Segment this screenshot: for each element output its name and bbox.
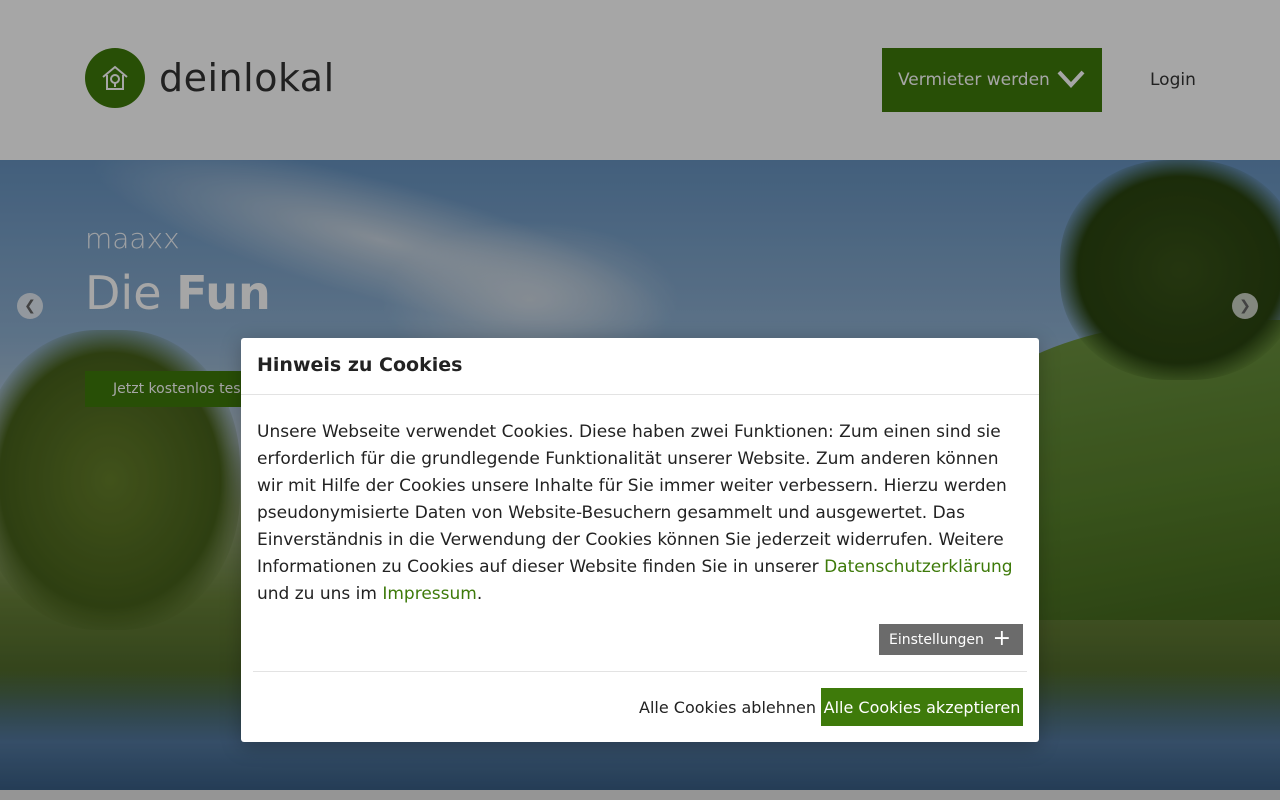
- plus-icon: +: [992, 626, 1011, 651]
- imprint-link[interactable]: Impressum: [382, 584, 477, 604]
- divider: [253, 671, 1027, 672]
- privacy-policy-link[interactable]: Datenschutzerklärung: [824, 557, 1013, 577]
- accept-all-cookies-button[interactable]: Alle Cookies akzeptieren: [821, 688, 1023, 726]
- cookie-dialog-text: Unsere Webseite verwendet Cookies. Diese…: [257, 422, 1013, 604]
- reject-all-cookies-button[interactable]: Alle Cookies ablehnen: [639, 688, 816, 726]
- cookie-settings-button[interactable]: Einstellungen +: [879, 624, 1023, 655]
- cookie-settings-label: Einstellungen: [889, 631, 984, 648]
- cookie-dialog-title: Hinweis zu Cookies: [257, 354, 463, 376]
- divider: [241, 394, 1039, 395]
- cookie-dialog: Hinweis zu Cookies Unsere Webseite verwe…: [241, 338, 1039, 742]
